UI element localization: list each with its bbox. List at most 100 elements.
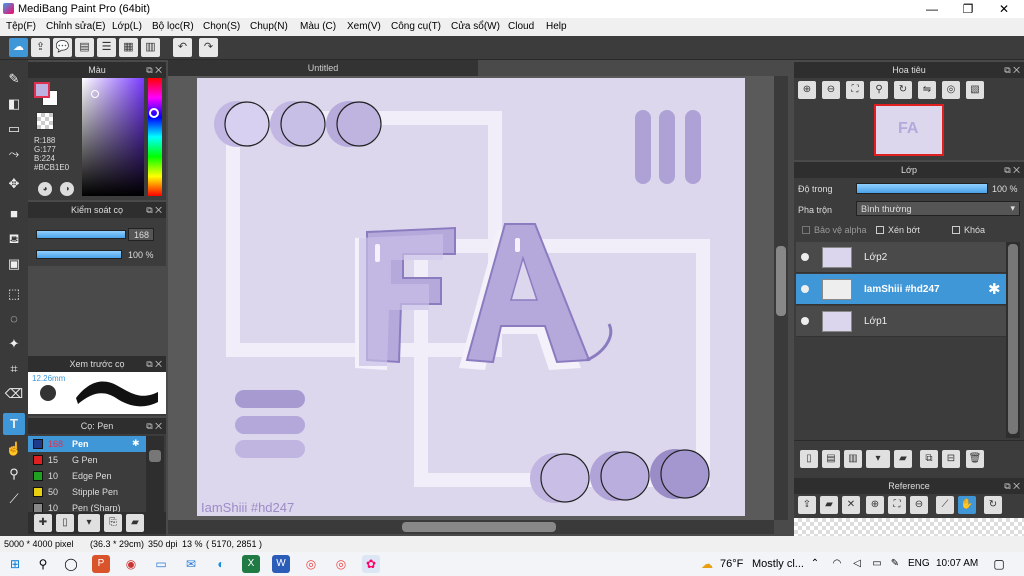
edge-icon[interactable]: ◐ bbox=[212, 555, 230, 573]
explorer-icon[interactable]: ✉ bbox=[182, 555, 200, 573]
chrome-icon[interactable]: ◎ bbox=[302, 555, 320, 573]
gear-icon[interactable]: ✱ bbox=[132, 438, 140, 449]
vertical-scrollbar[interactable] bbox=[774, 76, 788, 520]
maximize-button[interactable]: ❐ bbox=[950, 1, 986, 17]
chat-icon[interactable]: 💬 bbox=[53, 38, 72, 57]
language-indicator[interactable]: ENG bbox=[908, 558, 930, 569]
excel-icon[interactable]: X bbox=[242, 555, 260, 573]
menu-snap[interactable]: Chụp(N) bbox=[250, 21, 288, 32]
palette-icon[interactable]: ◕ bbox=[38, 182, 52, 196]
color-mix-icon[interactable]: ◑ bbox=[60, 182, 74, 196]
grid-icon[interactable]: ▦ bbox=[119, 38, 138, 57]
magic-wand-tool-icon[interactable]: ✦ bbox=[3, 333, 25, 355]
navigator-options-icon[interactable]: ▧ bbox=[966, 81, 984, 99]
add-brush-icon[interactable]: ✚ bbox=[34, 514, 52, 532]
upload-icon[interactable]: ⇪ bbox=[31, 38, 50, 57]
panel-close-icon[interactable]: ⧉ ✕ bbox=[1004, 62, 1020, 78]
lock-checkbox[interactable] bbox=[952, 226, 960, 234]
brush-size-value[interactable]: 168 bbox=[134, 230, 149, 240]
layer-scrollbar[interactable] bbox=[1006, 242, 1020, 438]
battery-icon[interactable]: ▭ bbox=[868, 555, 886, 573]
fit-icon[interactable]: ⛶ bbox=[888, 496, 906, 514]
brush-opacity-slider[interactable] bbox=[36, 250, 122, 259]
chevron-up-icon[interactable]: ⌃ bbox=[806, 555, 824, 573]
tab-untitled[interactable]: Untitled bbox=[168, 60, 478, 76]
stroke-tool-icon[interactable]: ⤳ bbox=[3, 143, 25, 165]
new-layer-1bit-icon[interactable]: ▥ bbox=[844, 450, 862, 468]
zoom-out-icon[interactable]: ⊖ bbox=[822, 81, 840, 99]
panel-close-icon[interactable]: ⧉ ✕ bbox=[1004, 478, 1020, 494]
gradient-tool-icon[interactable]: ▣ bbox=[3, 253, 25, 275]
panel-close-icon[interactable]: ⧉ ✕ bbox=[1004, 162, 1020, 178]
menu-view[interactable]: Xem(V) bbox=[347, 21, 381, 32]
text-tool-icon[interactable]: T bbox=[3, 413, 25, 435]
panel-close-icon[interactable]: ⧉ ✕ bbox=[146, 356, 162, 372]
lasso-tool-icon[interactable]: ◌ bbox=[3, 308, 25, 330]
reset-icon[interactable]: ◎ bbox=[942, 81, 960, 99]
fill-rect-tool-icon[interactable]: ■ bbox=[3, 203, 25, 225]
menu-filter[interactable]: Bộ lọc(R) bbox=[152, 21, 194, 32]
cloud-upload-icon[interactable]: ⇪ bbox=[798, 496, 816, 514]
menu-tools[interactable]: Công cụ(T) bbox=[391, 21, 441, 32]
gear-icon[interactable]: ✱ bbox=[988, 280, 1001, 298]
hand-icon[interactable]: ✋ bbox=[958, 496, 976, 514]
layer-opacity-slider[interactable] bbox=[856, 183, 988, 194]
eyedropper-tool-icon[interactable]: ⚲ bbox=[3, 463, 25, 485]
menu-file[interactable]: Tệp(F) bbox=[6, 21, 36, 32]
eye-icon[interactable] bbox=[801, 253, 809, 261]
windows-start-icon[interactable]: ⊞ bbox=[6, 555, 24, 573]
add-layer-dropdown-icon[interactable]: ▾ bbox=[866, 450, 890, 468]
menu-help[interactable]: Help bbox=[546, 21, 567, 32]
folder-icon[interactable]: ▰ bbox=[126, 514, 144, 532]
brush-size-slider[interactable] bbox=[36, 230, 126, 239]
menu-window[interactable]: Cửa sổ(W) bbox=[451, 21, 500, 32]
pen-icon[interactable]: ✎ bbox=[886, 555, 904, 573]
eyedropper-icon[interactable]: ⟋ bbox=[936, 496, 954, 514]
new-layer-8bit-icon[interactable]: ▤ bbox=[822, 450, 840, 468]
copy-brush-icon[interactable]: ⎘ bbox=[104, 514, 122, 532]
layer-item-iamshiii[interactable]: IamShiii #hd247 ✱ bbox=[796, 274, 1006, 305]
eye-icon[interactable] bbox=[801, 285, 809, 293]
clipping-checkbox[interactable] bbox=[876, 226, 884, 234]
close-icon[interactable]: ✕ bbox=[842, 496, 860, 514]
search-icon[interactable]: ⚲ bbox=[870, 81, 888, 99]
eye-icon[interactable] bbox=[801, 317, 809, 325]
task-view-icon[interactable]: ◯ bbox=[62, 555, 80, 573]
word-icon[interactable]: W bbox=[272, 555, 290, 573]
protect-alpha-checkbox[interactable] bbox=[802, 226, 810, 234]
zoom-in-icon[interactable]: ⊕ bbox=[866, 496, 884, 514]
horizontal-scrollbar[interactable] bbox=[168, 520, 774, 534]
menu-cloud[interactable]: Cloud bbox=[508, 21, 534, 32]
new-brush-icon[interactable]: ▯ bbox=[56, 514, 74, 532]
monitor-icon[interactable]: ▭ bbox=[152, 555, 170, 573]
notification-icon[interactable]: ▢ bbox=[990, 555, 1008, 573]
app-icon-red[interactable]: ◉ bbox=[122, 555, 140, 573]
rect-tool-icon[interactable]: ▭ bbox=[3, 118, 25, 140]
menu-select[interactable]: Chọn(S) bbox=[203, 21, 240, 32]
rotate-icon[interactable]: ↻ bbox=[894, 81, 912, 99]
layer-item-lop2[interactable]: Lớp2 bbox=[796, 242, 1006, 273]
select-pen-tool-icon[interactable]: ⌗ bbox=[3, 358, 25, 380]
rotate-icon[interactable]: ↻ bbox=[984, 496, 1002, 514]
move-tool-icon[interactable]: ✥ bbox=[3, 173, 25, 195]
powerpoint-icon[interactable]: P bbox=[92, 555, 110, 573]
medibang-icon[interactable]: ✿ bbox=[362, 555, 380, 573]
reference-view[interactable] bbox=[794, 518, 1024, 536]
brush-options-icon[interactable]: ▾ bbox=[78, 514, 100, 532]
panels-icon[interactable]: ▥ bbox=[141, 38, 160, 57]
select-rect-tool-icon[interactable]: ⬚ bbox=[3, 283, 25, 305]
zoom-out-icon[interactable]: ⊖ bbox=[910, 496, 928, 514]
hue-slider[interactable] bbox=[148, 78, 162, 196]
menu-color[interactable]: Màu (C) bbox=[300, 21, 336, 32]
hue-cursor[interactable] bbox=[149, 108, 159, 118]
document-canvas[interactable]: IamShiii #hd247 bbox=[197, 78, 745, 516]
hand-tool-icon[interactable]: ☝ bbox=[3, 438, 25, 460]
close-button[interactable]: ✕ bbox=[986, 1, 1022, 17]
brush-item-stipplepen[interactable]: 50 Stipple Pen bbox=[28, 484, 146, 500]
list-icon[interactable]: ☰ bbox=[97, 38, 116, 57]
trash-icon[interactable]: 🗑 bbox=[966, 450, 984, 468]
folder-icon[interactable]: ▰ bbox=[894, 450, 912, 468]
open-folder-icon[interactable]: ▰ bbox=[820, 496, 838, 514]
brush-item-gpen[interactable]: 15 G Pen bbox=[28, 452, 146, 468]
weather-temp[interactable]: 76°F bbox=[720, 558, 743, 570]
